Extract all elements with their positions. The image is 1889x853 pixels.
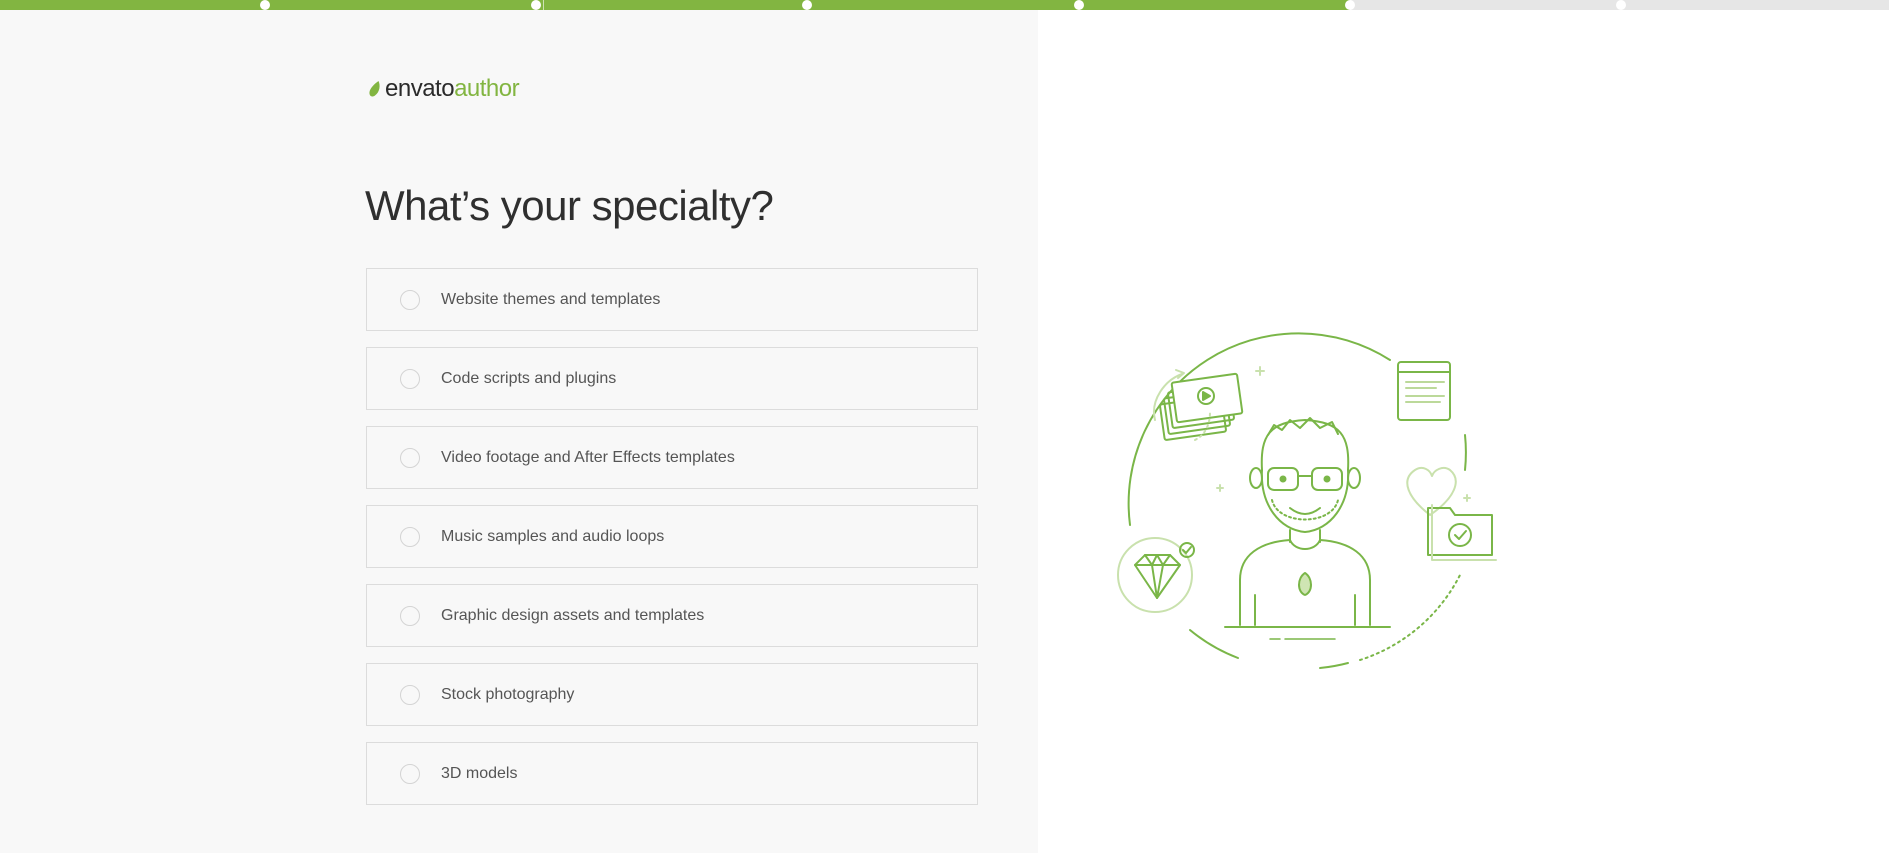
progress-step-5 [1345,0,1355,10]
option-label: Stock photography [441,685,575,703]
logo-product: author [454,75,520,102]
progress-step-3 [802,0,812,10]
option-label: Graphic design assets and templates [441,606,705,624]
logo-wordmark: envato [385,75,455,102]
radio-button[interactable] [400,289,420,310]
option-label: Video footage and After Effects template… [441,448,735,466]
specialty-options: Website themes and templates Code script… [366,268,978,821]
progress-fill [0,0,1350,10]
specialty-option-3d-models[interactable]: 3D models [366,742,978,805]
progress-step-1 [260,0,270,10]
radio-button[interactable] [400,368,420,389]
specialty-option-video-footage[interactable]: Video footage and After Effects template… [366,426,978,489]
radio-button[interactable] [400,684,420,705]
progress-step-2 [531,0,541,10]
envato-author-logo[interactable]: envato author [368,75,520,103]
option-label: Website themes and templates [441,290,661,308]
specialty-option-website-themes[interactable]: Website themes and templates [366,268,978,331]
specialty-option-music-audio[interactable]: Music samples and audio loops [366,505,978,568]
progress-step-6 [1616,0,1626,10]
option-label: Music samples and audio loops [441,527,665,545]
option-label: Code scripts and plugins [441,369,617,387]
radio-button[interactable] [400,447,420,468]
progress-divider [543,0,544,10]
radio-button[interactable] [400,763,420,784]
progress-step-4 [1074,0,1084,10]
leaf-icon [369,81,380,97]
specialty-option-graphic-design[interactable]: Graphic design assets and templates [366,584,978,647]
radio-button[interactable] [400,605,420,626]
specialty-option-stock-photography[interactable]: Stock photography [366,663,978,726]
author-illustration [1117,332,1497,669]
page-title: What’s your specialty? [365,182,774,229]
specialty-option-code-scripts[interactable]: Code scripts and plugins [366,347,978,410]
radio-button[interactable] [400,526,420,547]
option-label: 3D models [441,764,518,782]
progress-bar [0,0,1889,10]
